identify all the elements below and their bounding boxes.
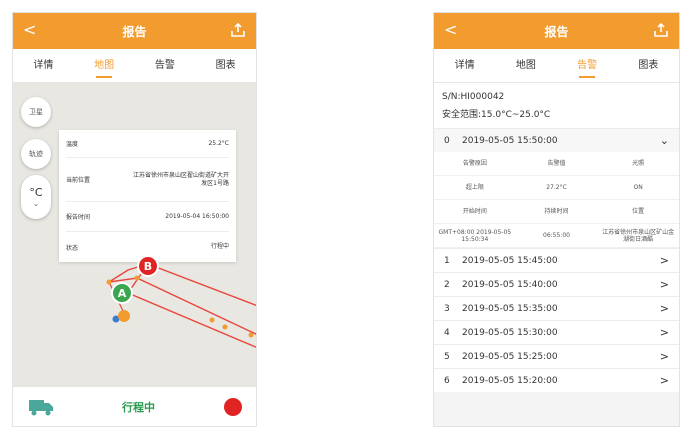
info-label: 温度 [66, 141, 79, 148]
chevron-right-icon: > [659, 374, 669, 387]
detail-header: 位置 [597, 200, 679, 224]
alarm-row-expanded[interactable]: 0 2019-05-05 15:50:00 ⌄ [434, 128, 679, 152]
start-marker[interactable]: A [109, 280, 135, 306]
alarm-row[interactable]: 4 2019-05-05 15:30:00 > [434, 320, 679, 344]
trip-status-bar: 行程中 [13, 386, 256, 426]
alarm-date: 2019-05-05 15:50:00 [462, 135, 558, 146]
chevron-right-icon: > [659, 350, 669, 363]
alarm-date: 2019-05-05 15:25:00 [462, 351, 558, 362]
header-bar: < 报告 [13, 13, 256, 49]
info-card: 温度 25.2°C 当前位置 江苏省徐州市泉山区翟山街道矿大开发区1号路 报告时… [59, 130, 236, 262]
map-view[interactable]: 卫星 轨迹 °C ⌄ 温度 25.2°C 当前位置 江苏省徐州市泉山区翟山街道矿… [13, 83, 256, 426]
unit-label: °C [29, 186, 43, 199]
detail-value: 27.2°C [515, 176, 598, 200]
chevron-right-icon: > [659, 278, 669, 291]
alarm-index: 6 [444, 375, 450, 386]
tab-alarms[interactable]: 告警 [557, 49, 618, 82]
info-label: 报告时间 [66, 214, 91, 221]
detail-header: 告警值 [515, 152, 598, 176]
alarm-index: 4 [444, 327, 450, 338]
share-icon[interactable] [653, 22, 669, 38]
detail-header: 开始时间 [434, 200, 516, 224]
detail-value: 江苏省徐州市泉山区矿山金湖街日酒酷 [597, 224, 679, 248]
chevron-right-icon: > [659, 254, 669, 267]
tab-bar: 详情 地图 告警 图表 [13, 49, 256, 83]
alarm-detail-grid: 告警原因 告警值 光照 超上限 27.2°C ON 开始时间 持续时间 位置 G… [434, 152, 679, 248]
alarm-index: 3 [444, 303, 450, 314]
trip-status-text: 行程中 [122, 400, 155, 414]
info-value: 江苏省徐州市泉山区翟山街道矿大开发区1号路 [132, 171, 229, 187]
tab-charts[interactable]: 图表 [195, 49, 256, 82]
detail-header: 告警原因 [434, 152, 516, 176]
screenshot-stage: < 报告 详情 地图 告警 图表 卫星 轨迹 °C ⌄ 温度 25.2°C 当前… [0, 0, 681, 431]
page-title: 报告 [122, 24, 147, 39]
alarm-report-screen: < 报告 详情 地图 告警 图表 S/N:HI000042 安全范围:15.0°… [433, 12, 680, 427]
truck-icon [29, 399, 53, 415]
start-marker-label: A [118, 287, 127, 300]
alarm-date: 2019-05-05 15:45:00 [462, 255, 558, 266]
detail-value: ON [597, 176, 679, 200]
info-value: 25.2°C [208, 139, 229, 147]
tab-details[interactable]: 详情 [434, 49, 495, 82]
safe-range: 安全范围:15.0°C~25.0°C [442, 110, 551, 120]
chevron-right-icon: > [659, 302, 669, 315]
detail-value: 06:55:00 [515, 224, 598, 248]
share-icon[interactable] [230, 22, 246, 38]
alarm-row[interactable]: 3 2019-05-05 15:35:00 > [434, 296, 679, 320]
info-row-report-time: 报告时间 2019-05-04 16:50:00 [66, 202, 229, 232]
track-toggle-button[interactable]: 轨迹 [21, 139, 51, 169]
info-value: 行程中 [210, 243, 229, 250]
tab-map[interactable]: 地图 [74, 49, 135, 82]
chevron-down-icon: ⌄ [32, 199, 40, 208]
alarm-index: 0 [444, 135, 450, 146]
stop-recording-button[interactable] [224, 397, 242, 416]
tab-charts[interactable]: 图表 [618, 49, 679, 82]
alarm-row[interactable]: 1 2019-05-05 15:45:00 > [434, 248, 679, 272]
end-marker-label: B [144, 260, 152, 273]
detail-value: GMT+08:00 2019-05-05 15:50:34 [434, 224, 516, 248]
end-marker[interactable]: B [135, 253, 161, 279]
back-button[interactable]: < [444, 20, 457, 40]
tab-bar: 详情 地图 告警 图表 [434, 49, 679, 83]
detail-value: 超上限 [434, 176, 516, 200]
alarm-row[interactable]: 6 2019-05-05 15:20:00 > [434, 368, 679, 392]
back-button[interactable]: < [23, 20, 36, 40]
alarm-date: 2019-05-05 15:30:00 [462, 327, 558, 338]
detail-header: 光照 [597, 152, 679, 176]
satellite-toggle-button[interactable]: 卫星 [21, 97, 51, 127]
alarm-date: 2019-05-05 15:35:00 [462, 303, 558, 314]
alarm-index: 1 [444, 255, 450, 266]
info-row-temperature: 温度 25.2°C [66, 130, 229, 158]
alarm-row[interactable]: 5 2019-05-05 15:25:00 > [434, 344, 679, 368]
alarm-date: 2019-05-05 15:40:00 [462, 279, 558, 290]
header-bar: < 报告 [434, 13, 679, 49]
alarm-index: 5 [444, 351, 450, 362]
tab-details[interactable]: 详情 [13, 49, 74, 82]
unit-selector[interactable]: °C ⌄ [21, 175, 51, 219]
device-meta: S/N:HI000042 安全范围:15.0°C~25.0°C [434, 83, 679, 128]
info-label: 当前位置 [66, 177, 91, 184]
alarm-date: 2019-05-05 15:20:00 [462, 375, 558, 386]
tab-alarms[interactable]: 告警 [135, 49, 196, 82]
info-row-location: 当前位置 江苏省徐州市泉山区翟山街道矿大开发区1号路 [66, 158, 229, 202]
alarm-index: 2 [444, 279, 450, 290]
serial-number: S/N:HI000042 [442, 92, 505, 102]
chevron-right-icon: > [659, 326, 669, 339]
alarm-row[interactable]: 2 2019-05-05 15:40:00 > [434, 272, 679, 296]
info-label: 状态 [66, 244, 79, 252]
page-title: 报告 [544, 24, 569, 39]
tab-map[interactable]: 地图 [495, 49, 556, 82]
detail-header: 持续时间 [515, 200, 598, 224]
chevron-down-icon: ⌄ [659, 134, 669, 147]
map-report-screen: < 报告 详情 地图 告警 图表 卫星 轨迹 °C ⌄ 温度 25.2°C 当前… [12, 12, 257, 427]
info-value: 2019-05-04 16:50:00 [165, 212, 229, 220]
